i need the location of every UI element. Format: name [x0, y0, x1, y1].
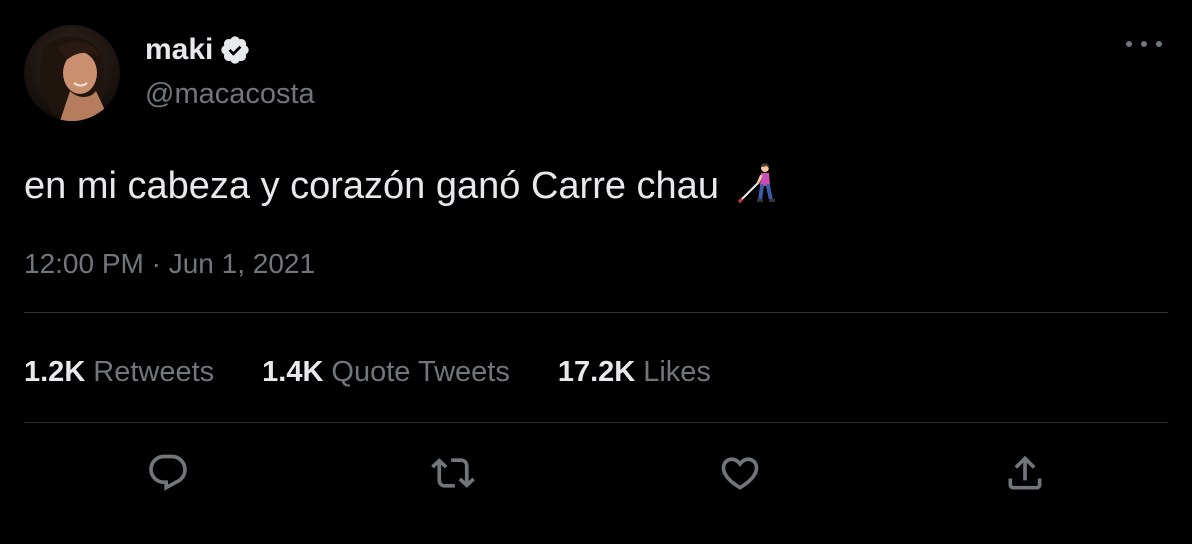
tweet-timestamp[interactable]: 12:00 PM · Jun 1, 2021 — [24, 246, 315, 282]
author-handle[interactable]: @macacosta — [145, 74, 315, 114]
stat-likes[interactable]: 17.2K Likes — [558, 356, 711, 389]
author-block: maki @macacosta — [145, 30, 315, 114]
divider-top — [24, 312, 1168, 313]
woman-with-white-cane-emoji-icon — [733, 160, 779, 206]
stat-quote-tweets[interactable]: 1.4K Quote Tweets — [262, 356, 510, 389]
stat-count: 1.2K — [24, 355, 86, 388]
stat-retweets[interactable]: 1.2K Retweets — [24, 356, 214, 389]
stat-count: 17.2K — [557, 355, 636, 388]
divider-bottom — [24, 422, 1168, 423]
tweet-actions — [0, 445, 1192, 501]
tweet-text-content: en mi cabeza y corazón ganó Carre chau — [24, 165, 719, 207]
retweet-icon[interactable] — [425, 445, 481, 501]
stat-label: Retweets — [93, 355, 215, 388]
verified-badge-icon — [219, 34, 251, 66]
tweet-card: maki @macacosta en mi cabeza y corazón g… — [0, 0, 1192, 544]
more-options-icon[interactable] — [1126, 30, 1162, 58]
reply-icon[interactable] — [140, 445, 196, 501]
tweet-text: en mi cabeza y corazón ganó Carre chau — [24, 160, 779, 210]
stat-count: 1.4K — [262, 355, 324, 388]
share-icon[interactable] — [997, 445, 1053, 501]
avatar[interactable] — [24, 25, 120, 121]
name-row: maki — [145, 30, 315, 70]
display-name[interactable]: maki — [145, 30, 213, 70]
stat-label: Likes — [643, 355, 711, 388]
like-icon[interactable] — [712, 445, 768, 501]
stat-label: Quote Tweets — [331, 355, 510, 388]
tweet-stats: 1.2K Retweets 1.4K Quote Tweets 17.2K Li… — [24, 352, 759, 392]
